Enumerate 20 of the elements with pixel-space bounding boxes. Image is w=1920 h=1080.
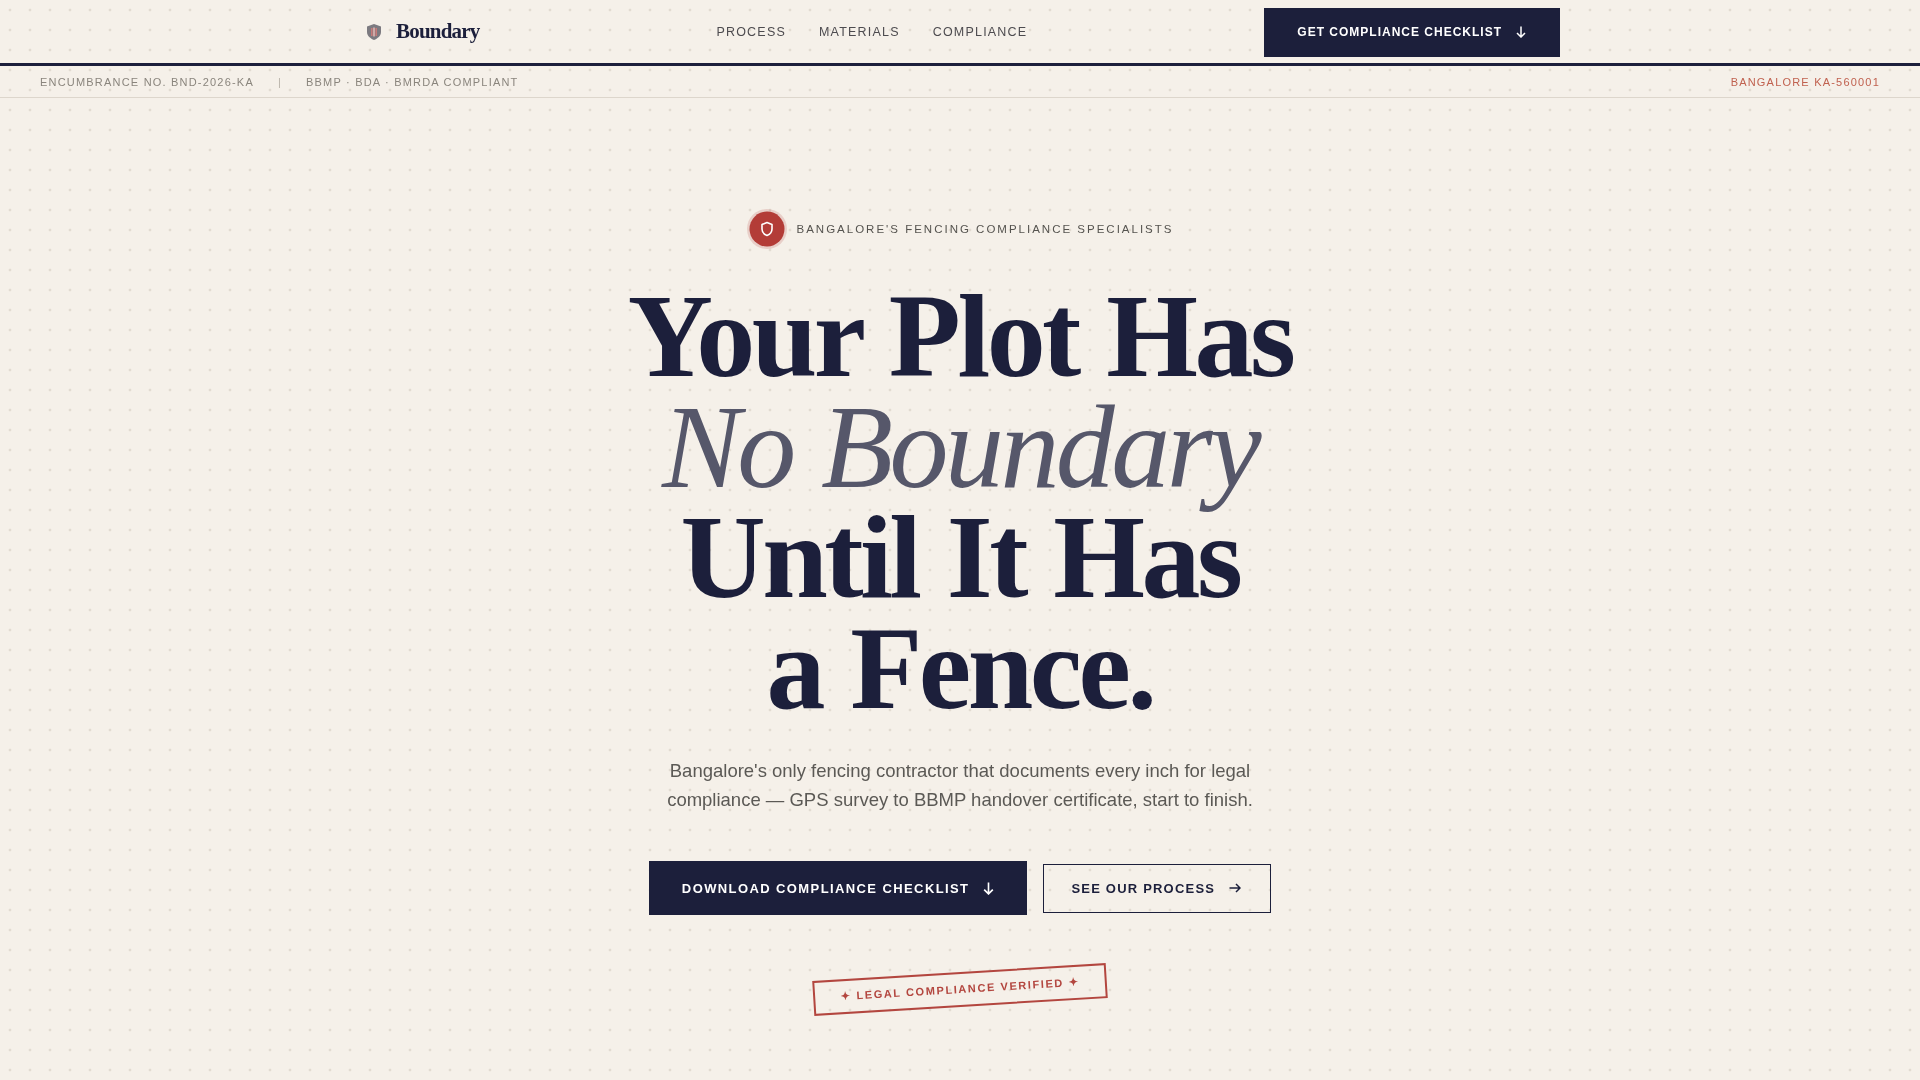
arrow-down-icon — [1516, 26, 1526, 38]
shield-icon — [367, 23, 381, 40]
arrow-right-icon — [1229, 883, 1242, 893]
info-text: BBMP · BDA · BMRDA COMPLIANT — [306, 75, 519, 88]
logo-link[interactable]: Boundary — [367, 19, 480, 44]
checklist-button[interactable]: GET COMPLIANCE CHECKLIST — [1264, 7, 1560, 57]
shield-icon — [746, 209, 787, 249]
nav-link[interactable]: PROCESS — [716, 24, 786, 39]
hero-description: Bangalore's only fencing contractor that documents every inch for legal compliance — GPS survey to BBMP handover certificate, start to finish. — [666, 759, 1254, 812]
hero-headline: Your Plot Has No Boundary Until It Has a Fence. — [626, 282, 1294, 724]
verification-stamp: ✦ LEGAL COMPLIANCE VERIFIED ✦ — [812, 963, 1108, 1016]
nav-link[interactable]: MATERIALS — [818, 24, 900, 39]
download-button[interactable]: DOWNLOAD COMPLIANCE CHECKLIST — [648, 861, 1028, 915]
location-text: BANGALORE KA-560001 — [1730, 75, 1880, 88]
info-text: ENCUMBRANCE NO. BND-2026-KA — [40, 75, 254, 88]
tagline-text: BANGALORE'S FENCING COMPLIANCE SPECIALISTS — [796, 223, 1174, 235]
process-button[interactable]: SEE OUR PROCESS — [1043, 863, 1272, 913]
separator-text: | — [277, 75, 282, 88]
arrow-down-icon — [983, 881, 995, 895]
nav-link[interactable]: COMPLIANCE — [932, 24, 1028, 39]
